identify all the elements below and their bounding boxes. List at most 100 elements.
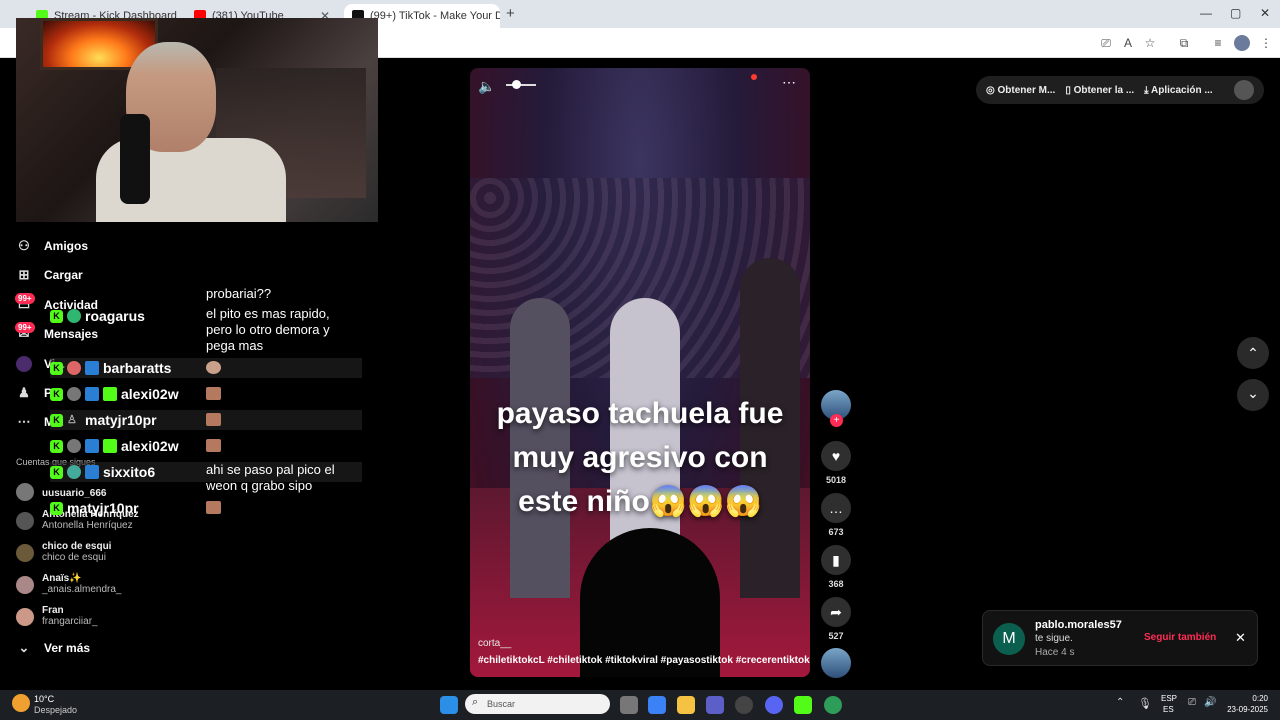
- star-icon[interactable]: ☆: [1142, 35, 1158, 51]
- sidebar-item-label: Mensajes: [44, 327, 99, 341]
- volume-icon[interactable]: 🔈: [478, 78, 495, 95]
- language-indicator[interactable]: ESP: [1161, 694, 1177, 703]
- music-disc-button[interactable]: [821, 648, 851, 678]
- chat-username[interactable]: sixxito6: [103, 464, 155, 480]
- chevron-up-icon[interactable]: ⌃: [1116, 697, 1124, 708]
- user-icon: ♙: [67, 414, 77, 426]
- maximize-button[interactable]: ▢: [1230, 6, 1241, 20]
- get-app-button[interactable]: ▯ Obtener la ...: [1065, 85, 1134, 96]
- minimize-button[interactable]: —: [1200, 6, 1212, 20]
- share-button[interactable]: ➦ 527: [821, 597, 851, 641]
- profile-icon: ♟: [18, 385, 30, 400]
- see-more-button[interactable]: ⌄ Ver más: [16, 640, 91, 656]
- avatar: [16, 512, 34, 530]
- video-author[interactable]: corta__: [478, 638, 511, 649]
- translate-icon[interactable]: A: [1120, 35, 1136, 51]
- clock-date: 23-09-2025: [1227, 705, 1268, 714]
- more-options-icon[interactable]: ⋯: [782, 74, 796, 91]
- save-button[interactable]: ▮ 368: [821, 545, 851, 589]
- microphone-icon[interactable]: 🎙: [1138, 697, 1152, 710]
- follow-back-button[interactable]: Seguir también: [1144, 632, 1216, 643]
- menu-icon[interactable]: ⋮: [1258, 35, 1274, 51]
- avatar: [16, 576, 34, 594]
- volume-slider[interactable]: [506, 84, 536, 86]
- creator-avatar-button[interactable]: +: [821, 390, 851, 427]
- following-handle: Antonella Henríquez: [42, 520, 133, 531]
- list-item[interactable]: Anaïs✨ _anais.almendra_: [16, 573, 122, 595]
- notification-text: te sigue.: [1035, 633, 1073, 644]
- chat-username[interactable]: matyjr10pr: [85, 412, 157, 428]
- sidebar-item-upload[interactable]: ⊞ Cargar: [16, 267, 83, 283]
- obs-icon[interactable]: [735, 696, 753, 714]
- network-icon[interactable]: ⎚: [1188, 697, 1196, 708]
- get-coins-button[interactable]: ◎ Obtener M...: [986, 85, 1055, 96]
- subscriber-badge-icon: [67, 361, 81, 375]
- teams-icon[interactable]: [706, 696, 724, 714]
- video-player[interactable]: payaso tachuela fue muy agresivo con est…: [470, 68, 810, 677]
- cast-icon[interactable]: ⎚: [1098, 35, 1114, 51]
- chat-username[interactable]: matyjr10pr: [67, 500, 139, 516]
- tab-label: (99+) TikTok - Make Your Da: [370, 10, 500, 22]
- avatar: [67, 387, 81, 401]
- friends-icon: ⚇: [18, 238, 30, 253]
- list-item[interactable]: chico de esqui chico de esqui: [16, 541, 111, 563]
- clock-time[interactable]: 0:20: [1230, 694, 1268, 703]
- task-view-icon[interactable]: [620, 696, 638, 714]
- microphone: [120, 114, 150, 204]
- chat-username[interactable]: alexi02w: [121, 386, 179, 402]
- chevron-up-icon: ⌃: [1247, 345, 1259, 361]
- get-coins-label: Obtener M...: [997, 84, 1056, 96]
- next-video-button[interactable]: ⌄: [1237, 379, 1269, 411]
- search-input[interactable]: Buscar: [465, 694, 610, 714]
- chat-username[interactable]: roagarus: [85, 308, 145, 324]
- kick-badge-icon: K: [50, 361, 63, 375]
- close-window-button[interactable]: ✕: [1260, 6, 1270, 20]
- following-handle: _anais.almendra_: [42, 584, 122, 595]
- previous-video-button[interactable]: ⌃: [1237, 337, 1269, 369]
- save-count: 368: [828, 579, 844, 589]
- messages-badge: 99+: [15, 322, 35, 333]
- get-app-label: Obtener la ...: [1073, 84, 1135, 96]
- media-icon[interactable]: ≡: [1210, 35, 1226, 51]
- desktop-app-button[interactable]: ⤓ Aplicación ...: [1144, 85, 1213, 96]
- profile-avatar[interactable]: [1234, 35, 1250, 51]
- following-name: chico de esqui: [42, 541, 112, 552]
- volume-slider-handle[interactable]: [512, 80, 521, 89]
- weather-icon[interactable]: [12, 694, 30, 712]
- notification-time: Hace 4 s: [1035, 647, 1075, 658]
- chevron-down-icon: ⌄: [18, 640, 30, 655]
- chrome-icon[interactable]: [824, 696, 842, 714]
- discord-icon[interactable]: [765, 696, 783, 714]
- heart-icon: ♥: [821, 441, 851, 471]
- overlay-line: payaso tachuela fue: [496, 397, 784, 430]
- chat-username[interactable]: alexi02w: [121, 438, 179, 454]
- kick-badge-icon: K: [50, 387, 63, 401]
- close-icon[interactable]: ✕: [1235, 630, 1246, 646]
- file-explorer-icon[interactable]: [677, 696, 695, 714]
- volume-icon[interactable]: 🔊: [1204, 697, 1216, 708]
- more-icon: ⋯: [17, 414, 31, 429]
- language-sub: ES: [1163, 705, 1174, 714]
- list-item[interactable]: Fran frangarciiar_: [16, 605, 98, 627]
- emote-image: [206, 439, 221, 452]
- kick-app-icon[interactable]: [794, 696, 812, 714]
- new-tab-button[interactable]: +: [506, 5, 515, 22]
- follow-plus-icon[interactable]: +: [830, 414, 843, 427]
- avatar: [16, 608, 34, 626]
- profile-avatar[interactable]: [1234, 80, 1254, 100]
- video-hashtags[interactable]: #chiletiktokcL #chiletiktok #tiktokviral…: [478, 655, 810, 666]
- upload-icon: ⊞: [18, 267, 30, 282]
- sidebar-item-friends[interactable]: ⚇ Amigos: [16, 238, 88, 254]
- comment-icon: …: [821, 493, 851, 523]
- windows-start-icon[interactable]: [440, 696, 458, 714]
- weather-temp[interactable]: 10°C: [34, 694, 54, 704]
- like-button[interactable]: ♥ 5018: [821, 441, 851, 485]
- comment-button[interactable]: … 673: [821, 493, 851, 537]
- following-name: Fran: [42, 605, 64, 616]
- chat-username[interactable]: barbaratts: [103, 360, 171, 376]
- extensions-icon[interactable]: ⧉: [1176, 35, 1192, 51]
- sidebar-item-label: Amigos: [44, 239, 89, 253]
- copilot-icon[interactable]: [648, 696, 666, 714]
- emote-image: [206, 361, 221, 374]
- notification-user[interactable]: pablo.morales57: [1035, 619, 1122, 631]
